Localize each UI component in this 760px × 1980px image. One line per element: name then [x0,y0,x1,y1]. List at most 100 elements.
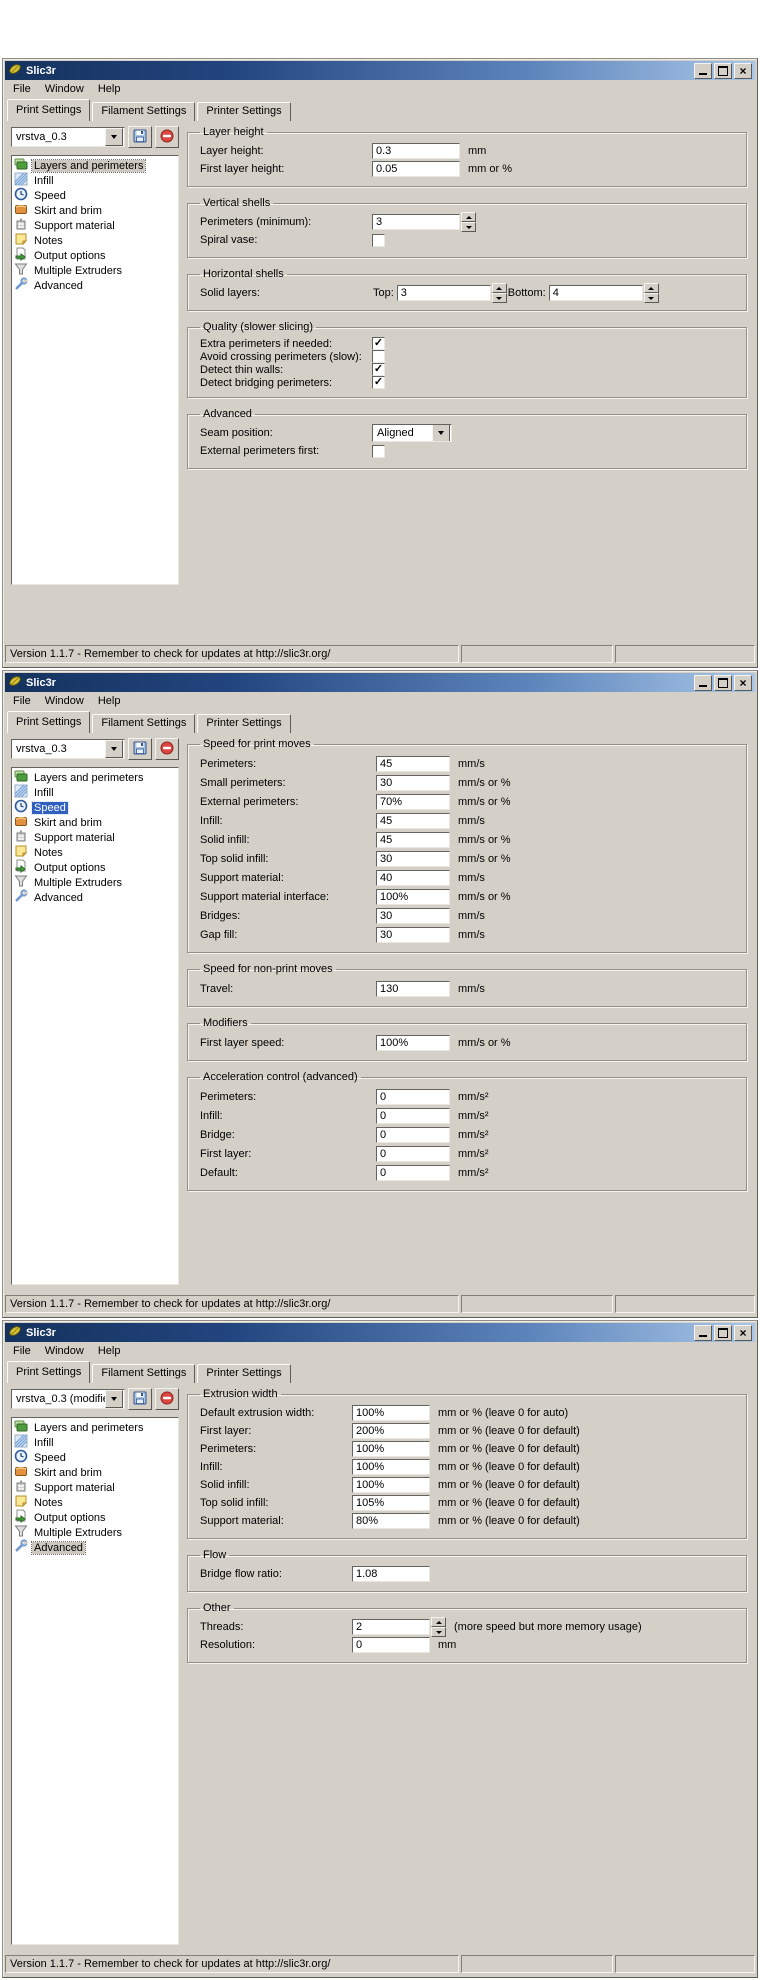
text-field[interactable] [376,908,450,924]
maximize-button[interactable] [714,63,732,79]
text-field[interactable] [352,1423,430,1439]
sidebar-item-speed[interactable]: Speed [13,1450,177,1465]
text-field[interactable] [352,1477,430,1493]
spin-down-button[interactable] [492,293,507,303]
text-field[interactable] [376,927,450,943]
sidebar-item-speed[interactable]: Speed [13,188,177,203]
sidebar-item-multiple-extruders[interactable]: Multiple Extruders [13,1525,177,1540]
menu-file[interactable]: File [7,693,39,710]
spinner[interactable] [492,283,507,303]
text-field[interactable] [376,794,450,810]
spin-field[interactable] [397,285,491,301]
checkbox[interactable]: ✓ [372,363,385,376]
maximize-button[interactable] [714,1325,732,1341]
sidebar-item-output-options[interactable]: Output options [13,1510,177,1525]
tab-printer-settings[interactable]: Printer Settings [197,102,290,121]
sidebar-item-multiple-extruders[interactable]: Multiple Extruders [13,263,177,278]
preset-select[interactable]: vrstva_0.3 [11,127,125,147]
spinner[interactable] [461,212,476,232]
titlebar[interactable]: Slic3r× [5,61,755,80]
menu-file[interactable]: File [7,81,39,98]
sidebar-item-notes[interactable]: Notes [13,233,177,248]
spin-field[interactable] [352,1619,430,1635]
spin-up-button[interactable] [492,283,507,293]
spinner[interactable] [644,283,659,303]
preset-select[interactable]: vrstva_0.3 [11,739,125,759]
sidebar-item-skirt-and-brim[interactable]: Skirt and brim [13,815,177,830]
text-field[interactable] [352,1441,430,1457]
text-field[interactable] [352,1513,430,1529]
close-button[interactable]: × [734,675,752,691]
text-field[interactable] [376,813,450,829]
tab-printer-settings[interactable]: Printer Settings [197,714,290,733]
text-field[interactable] [376,832,450,848]
text-field[interactable] [352,1495,430,1511]
tab-print-settings[interactable]: Print Settings [7,1361,90,1383]
tab-print-settings[interactable]: Print Settings [7,99,90,121]
sidebar-item-output-options[interactable]: Output options [13,860,177,875]
menu-help[interactable]: Help [92,81,129,98]
dropdown-arrow-button[interactable] [105,128,123,146]
titlebar[interactable]: Slic3r× [5,673,755,692]
text-field[interactable] [376,1127,450,1143]
dropdown-select[interactable]: Aligned [372,424,452,442]
spinner[interactable] [431,1617,446,1637]
sidebar-item-advanced[interactable]: Advanced [13,278,177,293]
minimize-button[interactable] [694,1325,712,1341]
spin-up-button[interactable] [461,212,476,222]
text-field[interactable] [372,161,460,177]
text-field[interactable] [376,981,450,997]
checkbox[interactable] [372,350,385,363]
sidebar-item-output-options[interactable]: Output options [13,248,177,263]
save-preset-button[interactable] [128,1388,152,1410]
text-field[interactable] [376,1035,450,1051]
sidebar-item-skirt-and-brim[interactable]: Skirt and brim [13,203,177,218]
text-field[interactable] [376,870,450,886]
text-field[interactable] [376,1089,450,1105]
text-field[interactable] [352,1405,430,1421]
sidebar-item-skirt-and-brim[interactable]: Skirt and brim [13,1465,177,1480]
save-preset-button[interactable] [128,126,152,148]
tab-filament-settings[interactable]: Filament Settings [92,714,195,733]
text-field[interactable] [376,1165,450,1181]
sidebar-item-advanced[interactable]: Advanced [13,890,177,905]
sidebar-item-support-material[interactable]: Support material [13,218,177,233]
text-field[interactable] [352,1459,430,1475]
text-field[interactable] [352,1566,430,1582]
text-field[interactable] [352,1637,430,1653]
checkbox[interactable]: ✓ [372,337,385,350]
sidebar-item-notes[interactable]: Notes [13,1495,177,1510]
text-field[interactable] [376,1108,450,1124]
checkbox[interactable] [372,234,385,247]
menu-window[interactable]: Window [39,1343,92,1360]
spin-up-button[interactable] [431,1617,446,1627]
delete-preset-button[interactable] [155,738,179,760]
sidebar-item-support-material[interactable]: Support material [13,830,177,845]
text-field[interactable] [376,775,450,791]
menu-file[interactable]: File [7,1343,39,1360]
sidebar-item-advanced[interactable]: Advanced [13,1540,177,1555]
sidebar-item-multiple-extruders[interactable]: Multiple Extruders [13,875,177,890]
spin-field[interactable] [549,285,643,301]
spin-down-button[interactable] [644,293,659,303]
minimize-button[interactable] [694,675,712,691]
dropdown-arrow-button[interactable] [105,1390,123,1408]
spin-down-button[interactable] [431,1627,446,1637]
dropdown-arrow-button[interactable] [105,740,123,758]
spin-up-button[interactable] [644,283,659,293]
text-field[interactable] [372,143,460,159]
sidebar-item-infill[interactable]: Infill [13,1435,177,1450]
menu-window[interactable]: Window [39,81,92,98]
sidebar-item-speed[interactable]: Speed [13,800,177,815]
preset-select[interactable]: vrstva_0.3 (modified) [11,1389,125,1409]
text-field[interactable] [376,1146,450,1162]
sidebar-item-support-material[interactable]: Support material [13,1480,177,1495]
tab-filament-settings[interactable]: Filament Settings [92,102,195,121]
tab-printer-settings[interactable]: Printer Settings [197,1364,290,1383]
sidebar-item-infill[interactable]: Infill [13,785,177,800]
sidebar-item-infill[interactable]: Infill [13,173,177,188]
text-field[interactable] [376,889,450,905]
close-button[interactable]: × [734,1325,752,1341]
checkbox[interactable]: ✓ [372,376,385,389]
sidebar-item-layers-and-perimeters[interactable]: Layers and perimeters [13,158,177,173]
